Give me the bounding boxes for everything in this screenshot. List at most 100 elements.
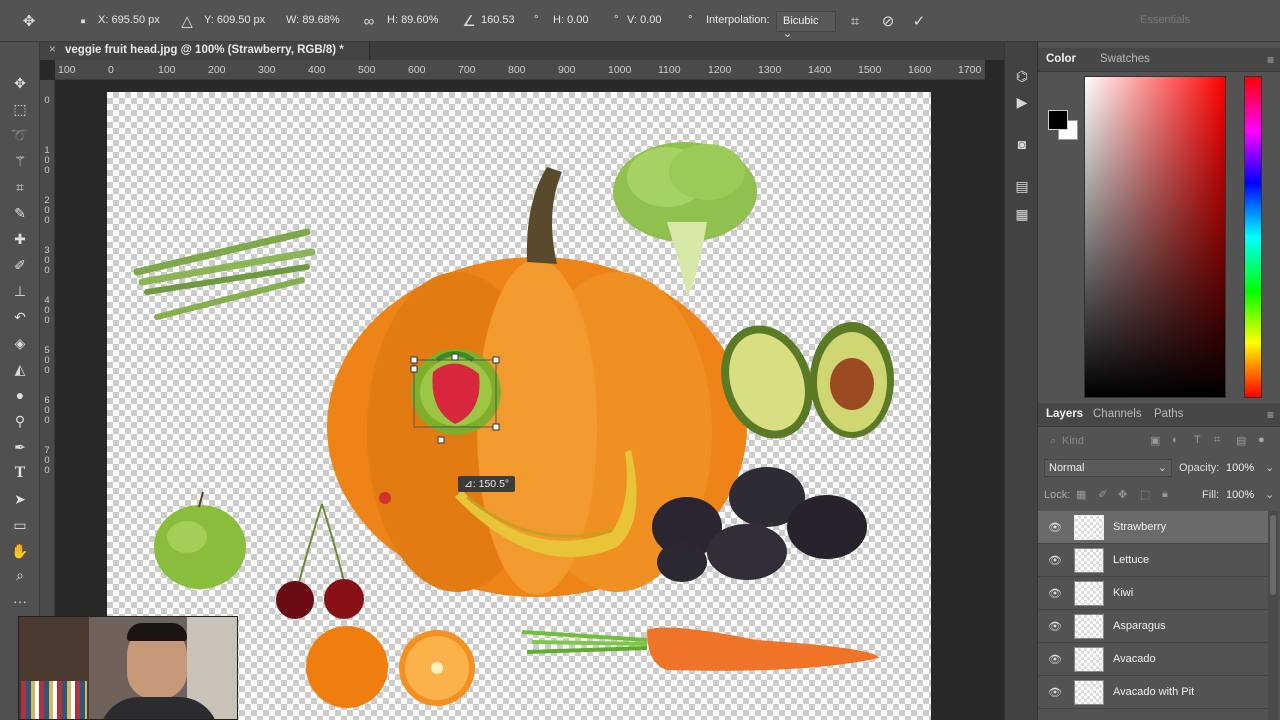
- eraser-icon[interactable]: ◈: [8, 332, 32, 354]
- layer-name: Avacado with Pit: [1113, 686, 1195, 698]
- lasso-icon[interactable]: ➰: [8, 124, 32, 146]
- visibility-eye-icon[interactable]: 👁︎: [1048, 620, 1062, 633]
- filter-adjustment-icon[interactable]: ◐: [1172, 434, 1179, 446]
- layer-thumbnail: [1074, 647, 1104, 672]
- pen-icon[interactable]: ✒: [8, 436, 32, 458]
- chevron-down-icon[interactable]: ⌄: [1265, 461, 1274, 474]
- adjustments-icon[interactable]: ◙: [1011, 134, 1033, 154]
- dodge-icon[interactable]: ⚲: [8, 410, 32, 432]
- h-value[interactable]: 89.60%: [401, 14, 438, 26]
- notes-icon[interactable]: ▦: [1011, 204, 1033, 224]
- panel-menu-icon[interactable]: ≡: [1267, 53, 1274, 67]
- y-value[interactable]: 609.50 px: [217, 14, 265, 26]
- x-value[interactable]: 695.50 px: [111, 14, 159, 26]
- visibility-eye-icon[interactable]: 👁︎: [1048, 521, 1062, 534]
- properties-icon[interactable]: ▤: [1011, 176, 1033, 196]
- lock-artboard-icon[interactable]: ⬚: [1140, 488, 1150, 501]
- scrollbar-thumb[interactable]: [1270, 515, 1276, 595]
- commit-transform-icon[interactable]: ✓: [908, 11, 930, 31]
- stamp-icon[interactable]: ⊥: [8, 280, 32, 302]
- hskew-value[interactable]: 0.00: [567, 14, 588, 26]
- workspace-switcher[interactable]: Essentials: [1140, 14, 1190, 26]
- tab-layers[interactable]: Layers: [1046, 408, 1083, 420]
- delta-icon[interactable]: △: [176, 11, 198, 31]
- marquee-icon[interactable]: ⬚: [8, 98, 32, 120]
- tab-paths[interactable]: Paths: [1154, 408, 1183, 420]
- rectangle-icon[interactable]: ▭: [8, 514, 32, 536]
- zoom-icon[interactable]: ⌕: [8, 564, 32, 586]
- cancel-transform-icon[interactable]: ⊘: [877, 11, 899, 31]
- blend-mode-select[interactable]: Normal ⌄: [1044, 459, 1172, 477]
- layer-row-lettuce[interactable]: 👁︎ Lettuce: [1038, 544, 1268, 577]
- path-select-icon[interactable]: ➤: [8, 488, 32, 510]
- tab-channels[interactable]: Channels: [1093, 408, 1142, 420]
- ruler-label: 700: [458, 64, 476, 76]
- hue-slider[interactable]: [1244, 76, 1262, 398]
- books-image: [21, 681, 87, 719]
- color-field[interactable]: [1084, 76, 1226, 398]
- filter-type-icon[interactable]: T: [1194, 434, 1201, 446]
- panel-menu-icon[interactable]: ≡: [1267, 408, 1274, 422]
- layer-row-asparagus[interactable]: 👁︎ Asparagus: [1038, 610, 1268, 643]
- ruler-label: 1 0 0: [44, 145, 50, 176]
- history-brush-icon[interactable]: ↶: [8, 306, 32, 328]
- foreground-color-swatch[interactable]: [1048, 110, 1068, 130]
- angle-value[interactable]: 160.53: [481, 14, 515, 26]
- apple-image: [154, 491, 246, 589]
- x-label: X: 695.50 px: [98, 14, 160, 26]
- reference-point-icon[interactable]: ▪: [72, 11, 94, 31]
- visibility-eye-icon[interactable]: 👁︎: [1048, 686, 1062, 699]
- layer-row-avacado[interactable]: 👁︎ Avacado: [1038, 643, 1268, 676]
- crop-icon[interactable]: ⌗: [8, 176, 32, 198]
- ruler-label: 3 0 0: [44, 245, 50, 276]
- move-icon[interactable]: ✥: [8, 72, 32, 94]
- hand-icon[interactable]: ✋: [8, 540, 32, 562]
- gradient-icon[interactable]: ◭: [8, 358, 32, 380]
- history-icon[interactable]: ⌬: [1011, 66, 1033, 86]
- layer-thumbnail: [1074, 614, 1104, 639]
- filter-toggle-icon[interactable]: ●: [1258, 434, 1265, 446]
- vskew-value[interactable]: 0.00: [640, 14, 661, 26]
- eyedropper-icon[interactable]: ✎: [8, 202, 32, 224]
- degree-symbol: °: [688, 14, 693, 26]
- brush-icon[interactable]: ✐: [8, 254, 32, 276]
- rotate-cursor-icon: [379, 492, 391, 504]
- blur-icon[interactable]: ●: [8, 384, 32, 406]
- actions-play-icon[interactable]: ▶: [1011, 92, 1033, 112]
- filter-pixel-icon[interactable]: ▣: [1150, 434, 1160, 447]
- lock-transparency-icon[interactable]: ▦: [1076, 488, 1086, 501]
- chevron-down-icon[interactable]: ⌄: [1265, 488, 1274, 501]
- layer-row-avacado-with-pit[interactable]: 👁︎ Avacado with Pit: [1038, 676, 1268, 709]
- fill-value[interactable]: 100%: [1226, 489, 1254, 501]
- link-icon[interactable]: ∞: [358, 11, 380, 31]
- ruler-label: 5 0 0: [44, 345, 50, 376]
- healing-brush-icon[interactable]: ✚: [8, 228, 32, 250]
- tab-swatches[interactable]: Swatches: [1100, 53, 1150, 65]
- filter-shape-icon[interactable]: ⌗: [1214, 434, 1220, 447]
- magic-wand-icon[interactable]: ⚚: [8, 150, 32, 172]
- visibility-eye-icon[interactable]: 👁︎: [1048, 554, 1062, 567]
- lock-position-icon[interactable]: ✥: [1118, 488, 1127, 501]
- lock-label: Lock:: [1044, 489, 1071, 501]
- layer-row-strawberry[interactable]: 👁︎ Strawberry: [1038, 511, 1268, 544]
- type-icon[interactable]: T: [8, 462, 32, 484]
- layers-scrollbar[interactable]: [1268, 511, 1278, 720]
- ruler-label: 1300: [758, 64, 782, 76]
- warp-icon[interactable]: ⌗: [844, 11, 866, 31]
- opacity-value[interactable]: 100%: [1226, 462, 1254, 474]
- lock-all-icon[interactable]: 🔒︎: [1162, 488, 1168, 501]
- w-value[interactable]: 89.68%: [302, 14, 339, 26]
- close-icon[interactable]: ×: [49, 44, 56, 56]
- document-tab[interactable]: × veggie fruit head.jpg @ 100% (Strawber…: [40, 42, 370, 60]
- ruler-label: 100: [58, 64, 76, 76]
- move-tool-icon[interactable]: ✥: [18, 11, 40, 31]
- more-icon[interactable]: ···: [8, 590, 32, 612]
- layer-row-kiwi[interactable]: 👁︎ Kiwi: [1038, 577, 1268, 610]
- lock-paint-icon[interactable]: ✐: [1098, 488, 1107, 501]
- visibility-eye-icon[interactable]: 👁︎: [1048, 653, 1062, 666]
- tab-color[interactable]: Color: [1046, 53, 1076, 65]
- filter-smart-icon[interactable]: ▤: [1236, 434, 1246, 447]
- interpolation-select[interactable]: Bicubic ⌄: [776, 11, 836, 40]
- filter-kind[interactable]: Kind: [1062, 435, 1084, 447]
- visibility-eye-icon[interactable]: 👁︎: [1048, 587, 1062, 600]
